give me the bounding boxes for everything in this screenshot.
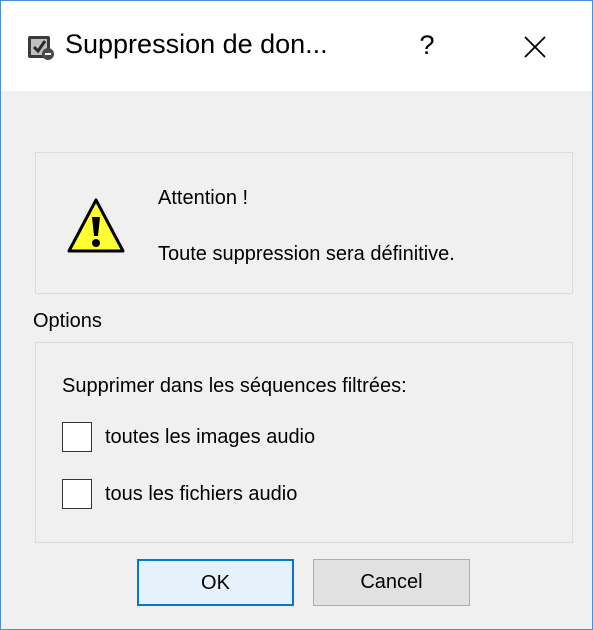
warning-heading: Attention ! [158, 187, 249, 209]
app-dialog-icon [27, 33, 55, 61]
title-bar[interactable]: Suppression de don... ? [1, 1, 592, 91]
warning-message: Toute suppression sera définitive. [158, 243, 455, 265]
checkbox-label[interactable]: toutes les images audio [105, 426, 315, 449]
checkbox-images-audio[interactable] [62, 422, 92, 452]
options-description: Supprimer dans les séquences filtrées: [62, 375, 407, 397]
checkbox-fichiers-audio[interactable] [62, 479, 92, 509]
checkbox-label[interactable]: tous les fichiers audio [105, 483, 297, 506]
warning-panel: Attention ! Toute suppression sera défin… [35, 152, 573, 294]
window-title: Suppression de don... [65, 29, 328, 59]
ok-button[interactable]: OK [137, 559, 294, 606]
dialog-window: Suppression de don... ? Attention ! Tout… [0, 0, 593, 630]
options-group-label: Options [33, 310, 102, 332]
cancel-button[interactable]: Cancel [313, 559, 470, 606]
warning-triangle-icon [66, 197, 126, 255]
help-button[interactable]: ? [407, 23, 447, 67]
close-icon[interactable] [515, 27, 555, 67]
options-group: Supprimer dans les séquences filtrées: t… [35, 342, 573, 543]
